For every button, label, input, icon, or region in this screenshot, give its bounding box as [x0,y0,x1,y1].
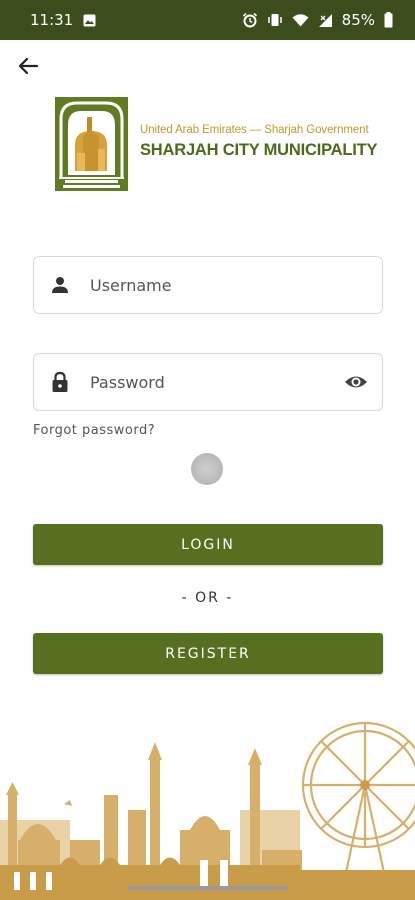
register-button[interactable]: REGISTER [33,633,383,674]
arrow-left-icon [17,55,39,81]
status-bar: 11:31 85% [0,0,415,40]
password-field[interactable] [33,353,383,411]
forgot-password-link[interactable]: Forgot password? [33,423,155,438]
municipality-emblem [55,97,128,191]
status-time: 11:31 [30,11,74,29]
loading-seal-icon [191,453,223,485]
or-divider: - OR - [181,590,234,606]
password-input[interactable] [90,372,344,392]
municipality-logo: United Arab Emirates — Sharjah Governmen… [55,97,378,191]
wifi-icon [292,13,309,27]
username-input[interactable] [90,275,368,295]
alarm-icon [242,12,258,28]
lock-icon [48,370,72,394]
eye-icon[interactable] [344,370,368,394]
home-indicator[interactable] [127,886,289,890]
city-skyline-illustration [0,700,415,900]
battery-percent: 85% [341,11,375,29]
brand-title: SHARJAH CITY MUNICIPALITY [140,141,378,159]
vibrate-icon [267,12,283,28]
signal-icon [318,13,333,28]
back-button[interactable] [14,54,42,82]
image-icon [83,14,96,27]
battery-icon [384,12,393,28]
person-icon [48,273,72,297]
login-button[interactable]: LOGIN [33,524,383,565]
username-field[interactable] [33,256,383,314]
brand-subtitle: United Arab Emirates — Sharjah Governmen… [140,124,369,136]
